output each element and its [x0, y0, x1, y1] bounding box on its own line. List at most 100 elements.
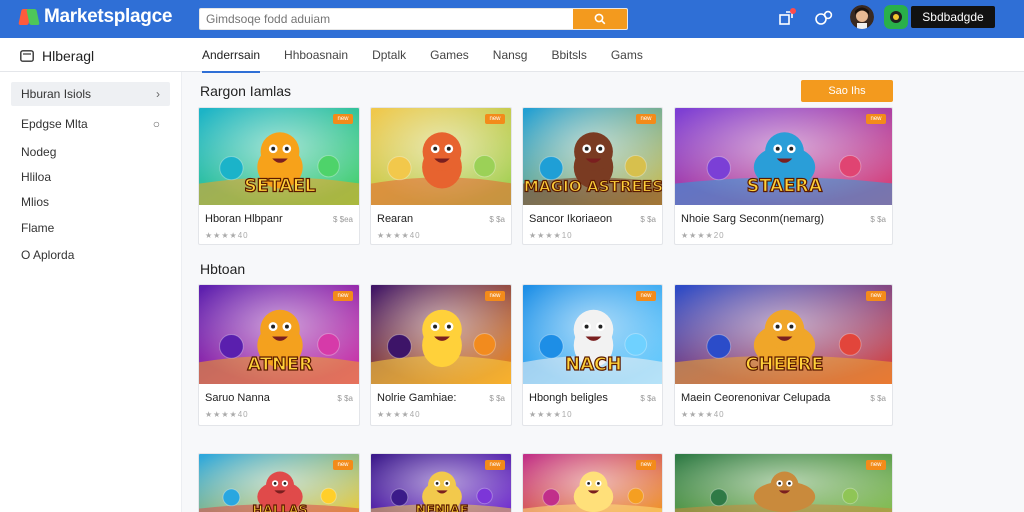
circle-icon: ○ [152, 117, 160, 131]
gamepad-icon [815, 10, 833, 25]
game-title[interactable]: Nhoie Sarg Seconm(nemarg) [681, 213, 824, 225]
new-badge: new [485, 114, 505, 124]
notification-dot [790, 8, 796, 14]
sidebar-item-label: Hliloa [21, 170, 52, 184]
row-title-featured: Rargon Iamlas [200, 83, 292, 99]
tab-2[interactable]: Dptalk [372, 38, 406, 72]
sidebar-item-label: Mlios [21, 195, 50, 209]
game-thumbnail[interactable]: HALLAS new [199, 454, 359, 512]
game-price: $ $a [489, 215, 505, 224]
game-card[interactable]: HALLAS new [198, 453, 360, 512]
game-thumbnail[interactable]: STAERA new [675, 108, 892, 205]
game-price: $ $a [640, 394, 656, 403]
sidebar-item-0[interactable]: Hburan Isiols › [11, 82, 170, 106]
chevron-right-icon: › [156, 87, 160, 101]
search-input[interactable] [200, 9, 574, 29]
tab-games[interactable]: Games [430, 38, 469, 72]
game-card[interactable]: SETAEL new Hboran Hlbpanr $ $ea ★★★★40 [198, 107, 360, 245]
logo[interactable]: Marketsplagce [18, 6, 173, 28]
svg-text:HALLAS: HALLAS [252, 502, 307, 512]
game-price: $ $a [870, 394, 886, 403]
game-thumbnail[interactable]: new [523, 454, 662, 512]
sidebar-item-6[interactable]: O Aplorda [11, 243, 170, 267]
game-rating: ★★★★40 [205, 231, 249, 240]
game-title[interactable]: Sancor Ikoriaeon [529, 213, 612, 225]
game-thumbnail[interactable]: CHEERE new [675, 285, 892, 384]
game-title[interactable]: Nolrie Gamhiae: [377, 392, 456, 404]
game-thumbnail[interactable]: NACH new [523, 285, 662, 384]
sidebar-item-2[interactable]: Nodeg [11, 140, 170, 164]
notifications-button[interactable] [775, 7, 797, 29]
sidebar-item-label: Hburan Isiols [21, 87, 92, 101]
sidebar-item-3[interactable]: Hliloa [11, 165, 170, 189]
search-button[interactable] [573, 9, 627, 29]
svg-text:NACH: NACH [565, 354, 622, 375]
game-card[interactable]: new [522, 453, 663, 512]
sidebar-item-label: O Aplorda [21, 248, 75, 262]
logo-text: Marketsplagce [44, 6, 173, 27]
game-rating: ★★★★40 [681, 410, 725, 419]
game-price: $ $ea [332, 215, 353, 224]
category-tabs: Anderrsain Hhboasnain Dptalk Games Nansg… [202, 38, 667, 73]
game-card[interactable]: NENIAE new [370, 453, 512, 512]
svg-text:CHEERE: CHEERE [745, 354, 823, 375]
sidebar-item-1[interactable]: Epdgse Mlta ○ [11, 112, 170, 136]
game-price: $ $a [870, 215, 886, 224]
sidebar-item-label: Nodeg [21, 145, 57, 159]
game-thumbnail[interactable]: ATNER new [199, 285, 359, 384]
game-rating: ★★★★40 [205, 410, 249, 419]
game-price: $ $a [640, 215, 656, 224]
game-thumbnail[interactable]: new [675, 454, 892, 512]
game-card[interactable]: STAERA new Nhoie Sarg Seconm(nemarg) $ $a ★★… [674, 107, 893, 245]
new-badge: new [866, 291, 886, 301]
game-price: $ $a [489, 394, 505, 403]
game-title[interactable]: Hboran Hlbpanr [205, 213, 283, 225]
see-all-button[interactable]: Sao Ihs [801, 80, 893, 102]
sidebar-item-label: Flame [21, 221, 55, 235]
new-badge: new [485, 460, 505, 470]
game-rating: ★★★★10 [529, 410, 573, 419]
game-rating: ★★★★20 [681, 231, 725, 240]
svg-text:NENIAE: NENIAE [416, 502, 469, 512]
game-title[interactable]: Hbongh beligles [529, 392, 608, 404]
svg-text:SETAEL: SETAEL [244, 176, 316, 196]
game-thumbnail[interactable]: new [371, 108, 511, 205]
game-title[interactable]: Rearan [377, 213, 413, 225]
new-badge: new [636, 114, 656, 124]
tab-6[interactable]: Gams [611, 38, 643, 72]
new-badge: new [333, 291, 353, 301]
sidebar-item-4[interactable]: Mlios [11, 190, 170, 214]
game-card[interactable]: CHEERE new Maein Ceorenonivar Celupada $ $a… [674, 284, 893, 426]
tab-5[interactable]: Bbitsls [551, 38, 586, 72]
section-title-text: Hlberagl [42, 48, 95, 64]
new-badge: new [866, 460, 886, 470]
user-avatar[interactable] [850, 5, 874, 29]
svg-text:ATNER: ATNER [247, 354, 313, 375]
settings-button[interactable] [813, 7, 835, 29]
game-card[interactable]: ATNER new Saruo Nanna $ $a ★★★★40 [198, 284, 360, 426]
rewards-icon[interactable] [884, 5, 908, 29]
sidebar-item-5[interactable]: Flame [11, 216, 170, 240]
top-bar: Marketsplagce Gimdsoqe fodd aduiam Sbdba… [0, 0, 1024, 38]
tab-4[interactable]: Nansg [493, 38, 528, 72]
game-title[interactable]: Saruo Nanna [205, 392, 270, 404]
game-thumbnail[interactable]: new [371, 285, 511, 384]
game-thumbnail[interactable]: SETAEL new [199, 108, 359, 205]
tab-1[interactable]: Hhboasnain [284, 38, 348, 72]
svg-text:STAERA: STAERA [747, 176, 823, 196]
game-thumbnail[interactable]: MAGIO ASTREES new [523, 108, 662, 205]
game-card[interactable]: new Rearan $ $a ★★★★40 [370, 107, 512, 245]
signin-button[interactable]: Sbdbadgde [911, 6, 995, 28]
new-badge: new [333, 114, 353, 124]
game-card[interactable]: MAGIO ASTREES new Sancor Ikoriaeon $ $a ★★★★… [522, 107, 663, 245]
new-badge: new [636, 460, 656, 470]
tab-0[interactable]: Anderrsain [202, 38, 261, 73]
game-card[interactable]: NACH new Hbongh beligles $ $a ★★★★10 [522, 284, 663, 426]
game-title[interactable]: Maein Ceorenonivar Celupada [681, 392, 830, 404]
game-thumbnail[interactable]: NENIAE new [371, 454, 511, 512]
svg-text:MAGIO ASTREES: MAGIO ASTREES [524, 177, 662, 195]
game-card[interactable]: new Nolrie Gamhiae: $ $a ★★★★40 [370, 284, 512, 426]
game-card[interactable]: new [674, 453, 893, 512]
main-content: Rargon Iamlas Sao Ihs Hbtoan SETAEL new Hb… [182, 72, 1024, 512]
section-title: Hlberagl [20, 48, 94, 64]
